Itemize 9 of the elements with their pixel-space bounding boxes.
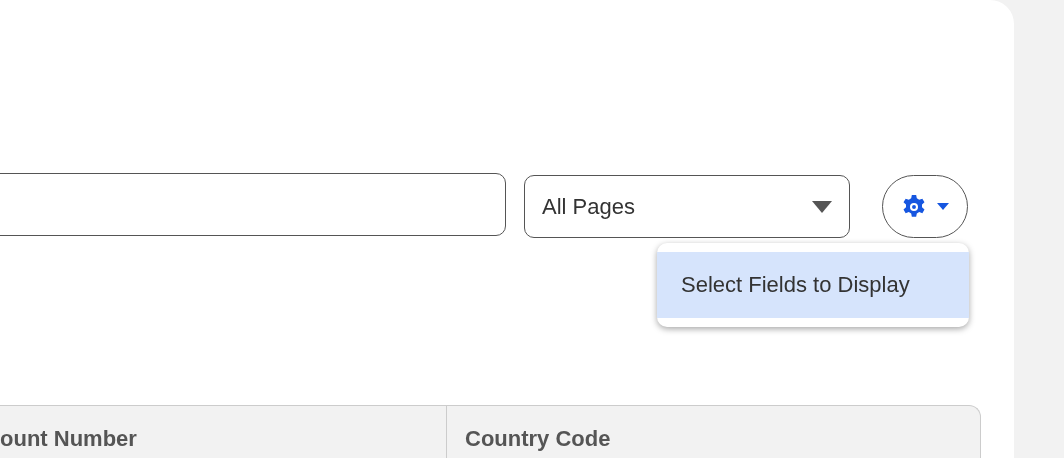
column-header: ount Number	[0, 406, 447, 458]
settings-icon	[901, 193, 927, 220]
page-filter-dropdown[interactable]: All Pages	[524, 175, 850, 238]
caret-icon	[812, 200, 832, 213]
search-field[interactable]	[0, 173, 506, 236]
caret-icon	[937, 202, 949, 211]
column-header: Country Code	[464, 425, 611, 453]
dropdown-value: All Pages	[542, 193, 635, 220]
menu-item[interactable]: Select Fields to Display	[657, 252, 969, 318]
